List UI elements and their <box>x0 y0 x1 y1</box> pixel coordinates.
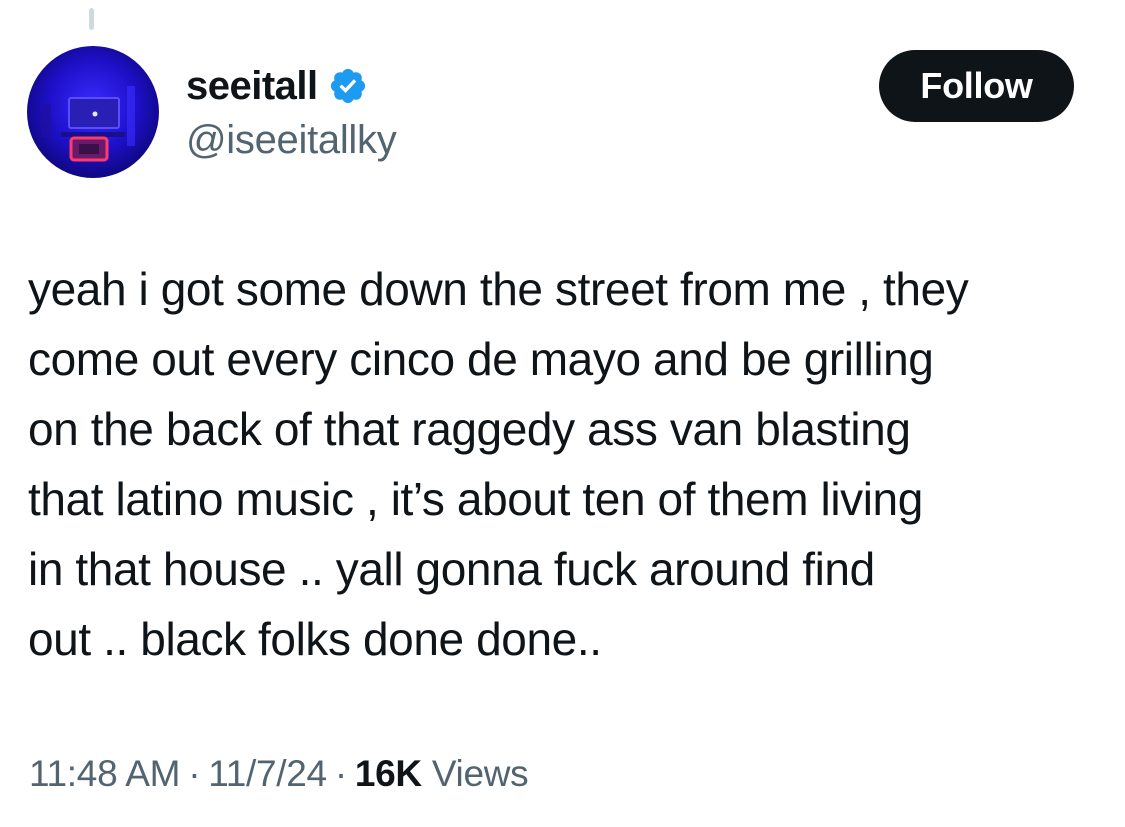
verified-badge-icon <box>328 66 368 106</box>
thread-connector-line <box>89 8 94 30</box>
tweet-time[interactable]: 11:48 AM <box>29 753 180 794</box>
tweet-text-line: come out every cinco de mayo and be gril… <box>28 333 934 385</box>
author-handle[interactable]: @iseeitallky <box>186 116 397 164</box>
tweet-text-line: out .. black folks done done.. <box>28 613 602 665</box>
tweet-metadata: 11:48 AM · 11/7/24 · 16K Views <box>29 748 529 800</box>
tweet-text: yeah i got some down the street from me … <box>28 254 1103 674</box>
separator-dot: · <box>188 753 201 794</box>
author-name-row: seeitall <box>186 62 368 110</box>
author-display-name[interactable]: seeitall <box>186 62 318 110</box>
avatar[interactable] <box>27 46 159 178</box>
tweet-text-line: on the back of that raggedy ass van blas… <box>28 403 911 455</box>
views-count[interactable]: 16K <box>355 753 422 794</box>
separator-dot: · <box>334 753 347 794</box>
follow-button[interactable]: Follow <box>879 50 1074 122</box>
views-label: Views <box>431 753 529 794</box>
tweet-text-line: that latino music , it’s about ten of th… <box>28 473 923 525</box>
tweet-text-line: yeah i got some down the street from me … <box>28 263 969 315</box>
tweet-date[interactable]: 11/7/24 <box>208 753 327 794</box>
tweet-text-line: in that house .. yall gonna fuck around … <box>28 543 875 595</box>
